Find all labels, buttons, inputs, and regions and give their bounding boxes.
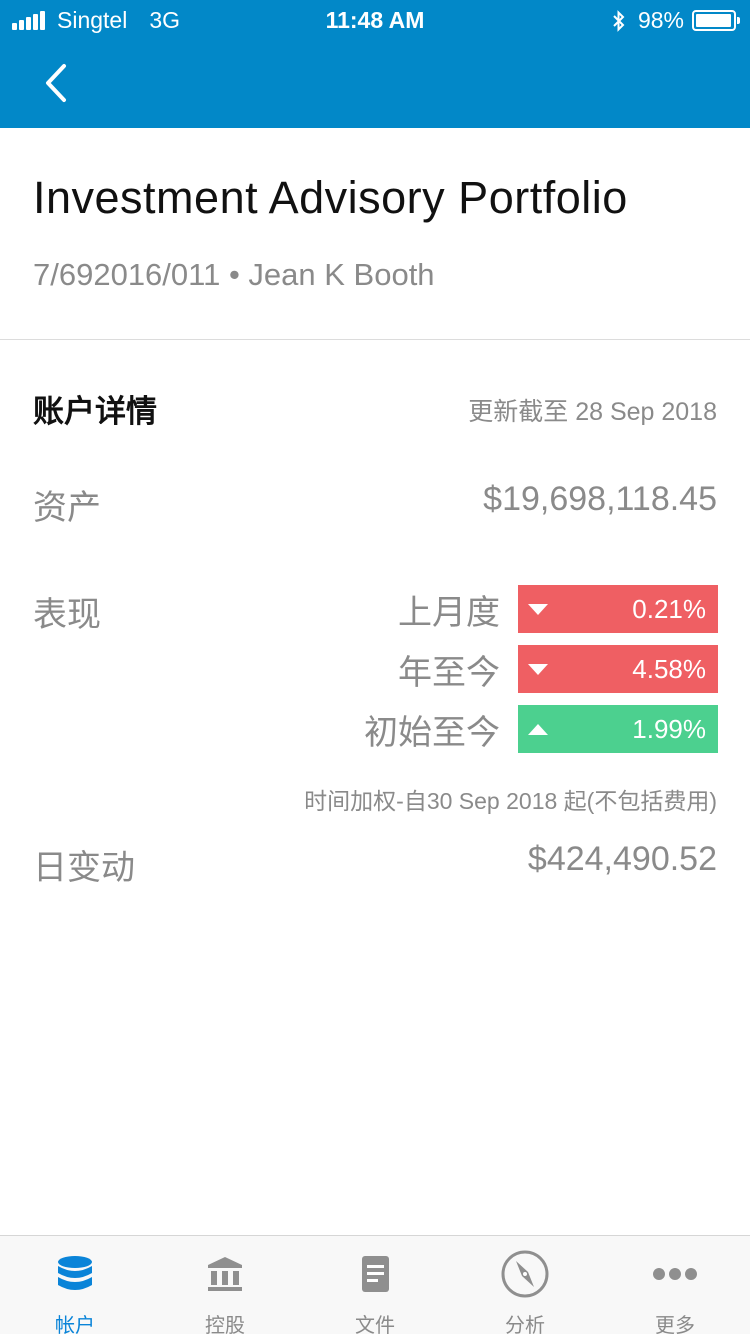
assets-value: $19,698,118.45 [483, 480, 717, 518]
nav-bar [0, 40, 750, 128]
status-right: 98% [612, 7, 740, 34]
assets-label: 资产 [33, 489, 101, 527]
performance-value: 1.99% [632, 713, 706, 744]
battery-icon [692, 10, 740, 31]
performance-badge: 4.58% [518, 645, 718, 693]
status-bar: Singtel 3G 11:48 AM 98% [0, 0, 750, 40]
tab-documents[interactable]: 文件 [300, 1236, 450, 1334]
tab-label: 文件 [355, 1315, 395, 1334]
account-subtitle: 7/692016/011 • Jean K Booth [33, 257, 435, 292]
performance-period-label: 初始至今 [364, 713, 500, 752]
bluetooth-icon [613, 9, 625, 32]
performance-row: 上月度 0.21% [398, 585, 718, 633]
performance-period-label: 年至今 [398, 653, 500, 692]
page-title: Investment Advisory Portfolio [33, 172, 628, 223]
tab-label: 更多 [655, 1315, 695, 1334]
tab-accounts[interactable]: 帐户 [0, 1236, 150, 1334]
tab-bar: 帐户 控股 文件 分析 更多 [0, 1235, 750, 1334]
section-title: 账户详情 [33, 394, 157, 429]
battery-fill [696, 14, 732, 27]
compass-icon [499, 1248, 551, 1300]
performance-footnote: 时间加权-自30 Sep 2018 起(不包括费用) [304, 788, 717, 814]
back-button[interactable] [36, 58, 86, 108]
arrow-up-icon [528, 723, 548, 735]
daily-change-label: 日变动 [33, 849, 135, 887]
arrow-down-icon [528, 603, 548, 615]
tab-more[interactable]: 更多 [600, 1236, 750, 1334]
document-icon [349, 1248, 401, 1300]
performance-row: 初始至今 1.99% [364, 705, 718, 753]
performance-badge: 1.99% [518, 705, 718, 753]
arrow-down-icon [528, 663, 548, 675]
daily-change-value: $424,490.52 [527, 840, 717, 878]
database-icon [49, 1248, 101, 1300]
more-dots-icon [649, 1248, 701, 1300]
performance-value: 4.58% [632, 653, 706, 684]
bank-icon [199, 1248, 251, 1300]
performance-period-label: 上月度 [398, 593, 500, 632]
performance-label: 表现 [33, 596, 101, 634]
portfolio-header: Investment Advisory Portfolio 7/692016/0… [0, 128, 750, 340]
tab-label: 分析 [505, 1315, 545, 1334]
tab-label: 帐户 [55, 1315, 95, 1334]
tab-holdings[interactable]: 控股 [150, 1236, 300, 1334]
updated-date: 更新截至 28 Sep 2018 [468, 398, 717, 426]
tab-label: 控股 [205, 1315, 245, 1334]
performance-value: 0.21% [632, 593, 706, 624]
performance-row: 年至今 4.58% [398, 645, 718, 693]
performance-badge: 0.21% [518, 585, 718, 633]
tab-analysis[interactable]: 分析 [450, 1236, 600, 1334]
battery-percent: 98% [637, 7, 684, 33]
chevron-left-icon [46, 64, 66, 102]
